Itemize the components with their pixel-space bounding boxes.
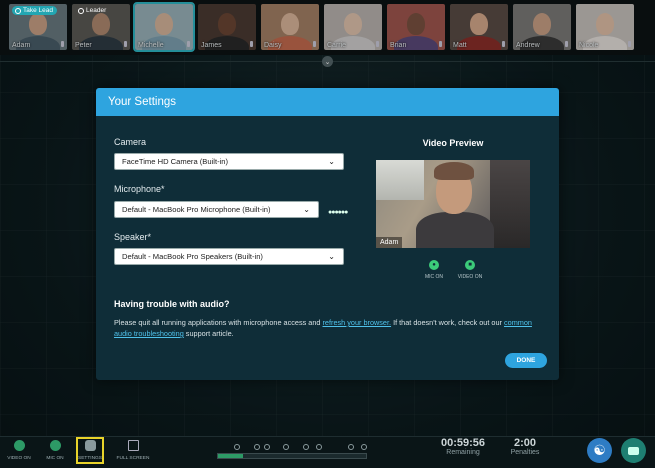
progress-fill xyxy=(218,454,244,458)
chat-icon xyxy=(628,446,639,455)
microphone-label: Microphone* xyxy=(114,184,165,194)
accessibility-button[interactable]: ☯ xyxy=(587,438,612,463)
accessibility-icon: ☯ xyxy=(593,442,606,458)
progress-node xyxy=(234,444,240,450)
video-preview-title: Video Preview xyxy=(422,138,484,148)
help-text-part: support article. xyxy=(183,329,234,338)
badge-icon xyxy=(15,7,21,14)
video-toggle[interactable]: ■ VIDEO ON xyxy=(455,260,485,280)
penalties: 2:00 Penalties xyxy=(503,437,547,456)
progress-node xyxy=(303,444,309,450)
microphone-select[interactable]: Default - MacBook Pro Microphone (Built-… xyxy=(114,201,319,218)
dialog-title: Your Settings xyxy=(96,88,559,116)
chevron-down-icon: ⌄ xyxy=(303,205,310,214)
preview-window xyxy=(376,160,424,200)
preview-name: Adam xyxy=(376,237,403,248)
badge-label: Leader xyxy=(86,7,107,14)
penalties-label: Penalties xyxy=(510,449,540,456)
progress-node xyxy=(348,444,354,450)
camera-label: Camera xyxy=(114,137,147,147)
timer-value: 00:59:56 xyxy=(440,437,486,449)
help-text-part: Please quit all running applications wit… xyxy=(114,318,323,327)
camera-select[interactable]: FaceTime HD Camera (Built-in) ⌄ xyxy=(114,153,344,170)
mic-toggle-button[interactable]: MIC ON xyxy=(38,440,72,461)
chevron-down-icon: ⌄ xyxy=(328,252,335,261)
mic-toggle-label: MIC ON xyxy=(46,456,64,461)
progress-node xyxy=(361,444,367,450)
trouble-heading: Having trouble with audio? xyxy=(114,299,230,309)
expand-icon xyxy=(127,440,139,451)
timer-label: Remaining xyxy=(446,449,480,456)
camera-select-value: FaceTime HD Camera (Built-in) xyxy=(122,157,229,166)
badge-icon xyxy=(78,7,84,14)
video-camera-icon xyxy=(13,440,25,451)
refresh-browser-link[interactable]: refresh your browser. xyxy=(323,318,392,327)
mic-toggle[interactable]: ● MIC ON xyxy=(419,260,449,280)
mic-level-meter: ●●●●●● xyxy=(328,209,348,216)
leader-badge: Leader xyxy=(75,6,110,15)
settings-highlight xyxy=(76,437,104,464)
settings-dialog: Your Settings Camera FaceTime HD Camera … xyxy=(96,88,559,380)
done-button[interactable]: DONE xyxy=(505,353,547,368)
progress-node xyxy=(254,444,260,450)
microphone-select-value: Default - MacBook Pro Microphone (Built-… xyxy=(122,205,271,214)
speaker-select-value: Default - MacBook Pro Speakers (Built-in… xyxy=(122,252,263,261)
badge-label: Take Lead xyxy=(23,7,53,14)
penalties-value: 2:00 xyxy=(513,437,537,449)
mic-toggle-label: MIC ON xyxy=(424,274,444,280)
help-text: Please quit all running applications wit… xyxy=(114,317,546,339)
progress-node xyxy=(283,444,289,450)
time-remaining: 00:59:56 Remaining xyxy=(438,437,488,456)
video-toggle-button[interactable]: VIDEO ON xyxy=(2,440,36,461)
video-toggle-label: VIDEO ON xyxy=(7,456,31,461)
video-camera-icon: ■ xyxy=(465,260,475,270)
preview-person-hair xyxy=(434,162,474,180)
game-progress xyxy=(217,442,367,460)
full-screen-label: FULL SCREEN xyxy=(116,456,150,461)
progress-node xyxy=(264,444,270,450)
chat-button[interactable] xyxy=(621,438,646,463)
full-screen-button[interactable]: FULL SCREEN xyxy=(116,440,150,461)
speaker-select[interactable]: Default - MacBook Pro Speakers (Built-in… xyxy=(114,248,344,265)
speaker-label: Speaker* xyxy=(114,232,152,242)
help-text-part: If that doesn't work, check out our xyxy=(391,318,504,327)
chevron-down-icon: ⌄ xyxy=(328,157,335,166)
microphone-icon: ● xyxy=(429,260,439,270)
take-lead-badge[interactable]: Take Lead xyxy=(12,6,57,15)
microphone-icon xyxy=(49,440,61,451)
preview-person-body xyxy=(416,212,494,248)
video-preview: Adam xyxy=(376,160,530,248)
preview-shelf xyxy=(490,160,530,248)
video-toggle-label: VIDEO ON xyxy=(457,274,483,280)
progress-node xyxy=(316,444,322,450)
